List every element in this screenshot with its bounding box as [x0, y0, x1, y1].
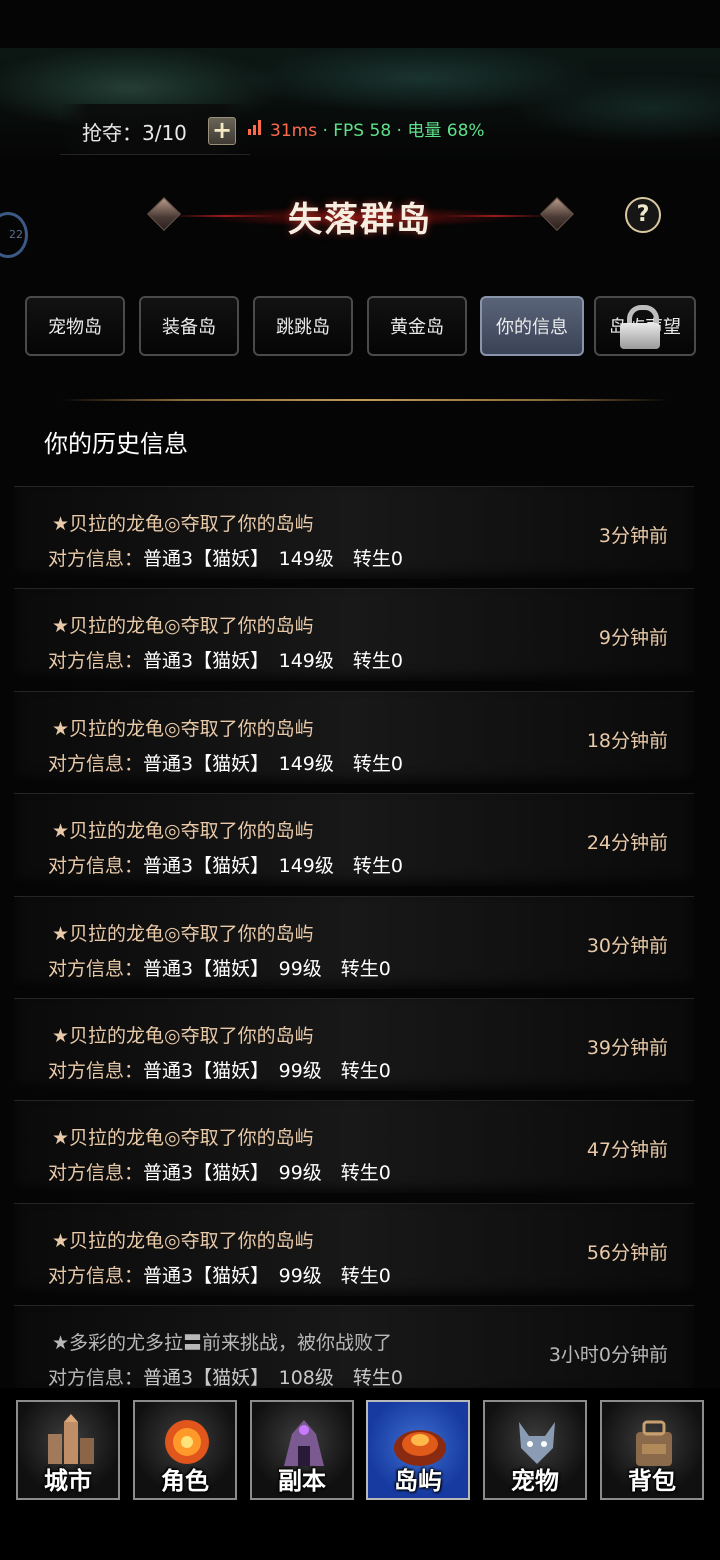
history-record: ★多彩的尤多拉〓前来挑战，被你战败了 对方信息：普通3【猫妖】 108级 转生0… — [14, 1305, 694, 1399]
history-record: ★贝拉的龙龟◎夺取了你的岛屿 对方信息：普通3【猫妖】 149级 转生0 9分钟… — [14, 588, 694, 682]
record-event: ★贝拉的龙龟◎夺取了你的岛屿 — [52, 615, 314, 638]
fps-battery-value: · FPS 58 · 电量 68% — [322, 121, 485, 141]
tab-your-info[interactable]: 你的信息 — [480, 296, 584, 356]
nav-island-button[interactable]: 岛屿 — [366, 1400, 470, 1500]
record-event: ★贝拉的龙龟◎夺取了你的岛屿 — [52, 1024, 314, 1047]
ping-value: 31ms — [270, 121, 318, 141]
record-time: 3分钟前 — [598, 525, 668, 547]
nav-pet-button[interactable]: 宠物 — [483, 1400, 587, 1500]
signal-icon — [248, 119, 264, 135]
nav-character-button[interactable]: 角色 — [133, 1400, 237, 1500]
tab-jump-island[interactable]: 跳跳岛 — [253, 296, 353, 356]
history-record: ★贝拉的龙龟◎夺取了你的岛屿 对方信息：普通3【猫妖】 149级 转生0 24分… — [14, 793, 694, 887]
record-event: ★贝拉的龙龟◎夺取了你的岛屿 — [52, 717, 314, 740]
record-opponent-info: 对方信息：普通3【猫妖】 99级 转生0 — [48, 1162, 391, 1185]
record-time: 9分钟前 — [598, 627, 668, 650]
record-event: ★贝拉的龙龟◎夺取了你的岛屿 — [52, 513, 314, 535]
record-opponent-info: 对方信息：普通3【猫妖】 99级 转生0 — [48, 1264, 391, 1287]
nav-city-button[interactable]: 城市 — [16, 1400, 120, 1500]
record-event: ★贝拉的龙龟◎夺取了你的岛屿 — [52, 922, 314, 945]
tab-gold-island[interactable]: 黄金岛 — [367, 296, 467, 356]
record-opponent-info: 对方信息：普通3【猫妖】 149级 转生0 — [48, 548, 403, 570]
help-button[interactable]: ? — [625, 197, 661, 233]
record-opponent-info: 对方信息：普通3【猫妖】 149级 转生0 — [48, 855, 403, 878]
record-time: 30分钟前 — [586, 934, 668, 957]
history-record: ★贝拉的龙龟◎夺取了你的岛屿 对方信息：普通3【猫妖】 149级 转生0 3分钟… — [14, 486, 694, 579]
section-divider — [60, 399, 670, 401]
lock-icon — [620, 305, 660, 349]
game-screen: 抢夺：3/10 + 31ms · FPS 58 · 电量 68% 22 失落群岛… — [0, 0, 720, 1560]
tab-equipment-island[interactable]: 装备岛 — [139, 296, 239, 356]
record-event: ★贝拉的龙龟◎夺取了你的岛屿 — [52, 1229, 314, 1252]
add-rob-button[interactable]: + — [208, 117, 236, 145]
record-opponent-info: 对方信息：普通3【猫妖】 99级 转生0 — [48, 1059, 391, 1082]
record-opponent-info: 对方信息：普通3【猫妖】 149级 转生0 — [48, 752, 403, 775]
record-time: 3小时0分钟前 — [548, 1344, 668, 1367]
record-event: ★贝拉的龙龟◎夺取了你的岛屿 — [52, 1127, 314, 1150]
record-event: ★多彩的尤多拉〓前来挑战，被你战败了 — [52, 1332, 393, 1355]
performance-stats: 31ms · FPS 58 · 电量 68% — [270, 116, 485, 141]
record-time: 18分钟前 — [586, 729, 668, 752]
record-time: 39分钟前 — [586, 1036, 668, 1059]
side-badge[interactable]: 22 — [0, 212, 28, 258]
rob-counter: 抢夺：3/10 — [82, 121, 187, 145]
history-record: ★贝拉的龙龟◎夺取了你的岛屿 对方信息：普通3【猫妖】 99级 转生0 47分钟… — [14, 1100, 694, 1194]
record-time: 56分钟前 — [586, 1241, 668, 1264]
history-record: ★贝拉的龙龟◎夺取了你的岛屿 对方信息：普通3【猫妖】 149级 转生0 18分… — [14, 690, 694, 784]
history-record: ★贝拉的龙龟◎夺取了你的岛屿 对方信息：普通3【猫妖】 99级 转生0 39分钟… — [14, 997, 694, 1091]
tab-pet-island[interactable]: 宠物岛 — [25, 296, 125, 356]
record-opponent-info: 对方信息：普通3【猫妖】 108级 转生0 — [48, 1367, 403, 1390]
history-record: ★贝拉的龙龟◎夺取了你的岛屿 对方信息：普通3【猫妖】 99级 转生0 56分钟… — [14, 1202, 694, 1296]
record-event: ★贝拉的龙龟◎夺取了你的岛屿 — [52, 820, 314, 843]
history-record: ★贝拉的龙龟◎夺取了你的岛屿 对方信息：普通3【猫妖】 99级 转生0 30分钟… — [14, 895, 694, 989]
record-opponent-info: 对方信息：普通3【猫妖】 149级 转生0 — [48, 650, 403, 673]
history-list: ★贝拉的龙龟◎夺取了你的岛屿 对方信息：普通3【猫妖】 149级 转生0 3分钟… — [14, 486, 694, 1408]
section-title: 你的历史信息 — [44, 430, 188, 458]
record-time: 47分钟前 — [586, 1139, 668, 1162]
page-title: 失落群岛 — [288, 200, 432, 240]
record-time: 24分钟前 — [586, 832, 668, 855]
record-opponent-info: 对方信息：普通3【猫妖】 99级 转生0 — [48, 957, 391, 980]
nav-dungeon-button[interactable]: 副本 — [250, 1400, 354, 1500]
nav-backpack-button[interactable]: 背包 — [600, 1400, 704, 1500]
